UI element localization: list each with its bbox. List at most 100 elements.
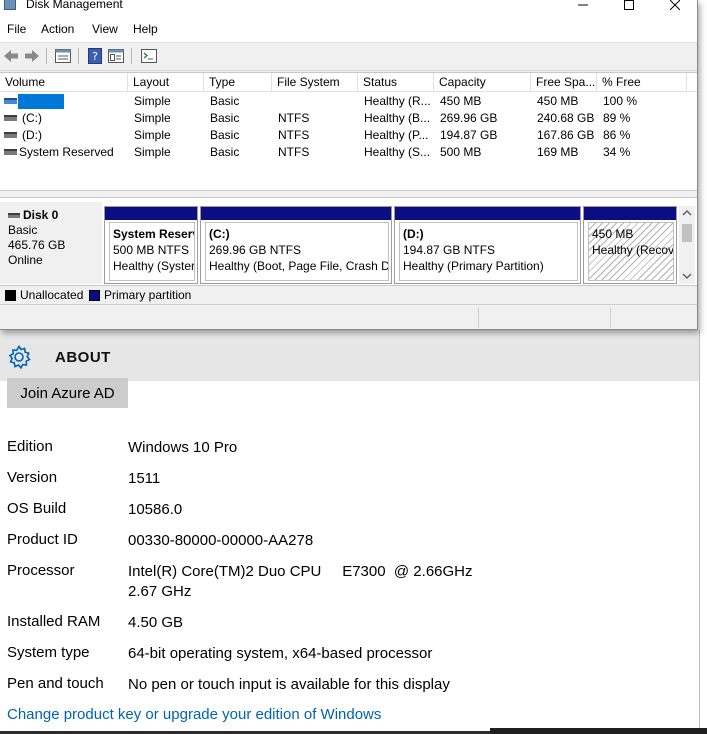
cell-free-space: 240.68 GB [537,111,595,125]
selected-volume-name[interactable] [18,94,64,109]
cell-layout: Simple [134,145,171,159]
info-value: Intel(R) Core(TM)2 Duo CPU E7300 @ 2.66G… [128,563,473,580]
toolbar-separator [78,48,79,64]
toolbar-separator [131,48,132,64]
minimize-icon [578,4,588,6]
column-header[interactable]: Capacity [434,73,531,92]
partition-c[interactable]: (C:) 269.96 GB NTFS Healthy (Boot, Page … [200,206,392,284]
window-title: Disk Management [26,0,123,11]
maximize-button[interactable] [606,0,652,16]
partition-d[interactable]: (D:) 194.87 GB NTFS Healthy (Primary Par… [394,206,581,284]
volume-icon [4,149,17,155]
scroll-down-icon[interactable] [682,272,692,280]
partition-recovery[interactable]: 450 MB Healthy (Recov [583,206,677,284]
cell-percent-free: 34 % [603,145,631,159]
info-value: 10586.0 [128,501,183,518]
info-label: Version [7,469,58,486]
list-view-button[interactable] [54,47,72,65]
change-product-key-link[interactable]: Change product key or upgrade your editi… [7,706,381,723]
legend: Unallocated Primary partition [0,285,697,304]
info-label: Processor [7,562,75,579]
cell-free-space: 450 MB [537,94,579,108]
status-bar [0,304,697,329]
cell-layout: Simple [134,94,171,108]
column-header[interactable]: Free Spa... [531,73,597,92]
info-value: Windows 10 Pro [128,439,238,456]
partition-size: 500 MB NTFS [113,243,190,257]
properties-button[interactable] [107,47,125,65]
menu-action[interactable]: Action [41,22,74,36]
partition-bar [201,207,391,220]
legend-swatch-unallocated [5,290,16,301]
help-icon: ? [88,48,102,64]
volume-row[interactable]: System Reserved Simple Basic NTFS Health… [0,144,697,161]
partition-status: Healthy (Recov [592,243,674,257]
properties-icon [108,49,124,63]
partition-size: 194.87 GB NTFS [403,243,496,257]
menu-bar: File Action View Help [0,16,697,43]
menu-file[interactable]: File [7,22,26,36]
scrollbar-thumb[interactable] [682,224,692,242]
cell-status: Healthy (S... [364,145,431,159]
cell-percent-free: 86 % [603,128,631,142]
console-button[interactable] [140,47,158,65]
about-header: ABOUT [0,330,707,381]
disk-management-window: Disk Management File Action View Help ? [0,0,698,330]
column-header[interactable]: Type [204,73,272,92]
close-icon [670,0,680,10]
status-divider [478,308,479,328]
legend-swatch-primary [89,290,100,301]
info-value: 00330-80000-00000-AA278 [128,532,314,549]
info-value: 64-bit operating system, x64-based proce… [128,645,433,662]
disk-icon [8,213,20,219]
disk-state: Online [8,253,43,267]
info-label: Pen and touch [7,675,104,692]
volume-row[interactable]: (D:) Simple Basic NTFS Healthy (P... 194… [0,127,697,144]
disk-management-app-icon [4,0,16,10]
cell-volume: (D:) [22,128,42,142]
toolbar-separator [46,48,47,64]
cell-free-space: 167.86 GB [537,128,595,142]
join-azure-ad-button[interactable]: Join Azure AD [7,378,128,408]
cell-volume: (C:) [22,111,42,125]
vertical-scrollbar[interactable] [679,206,695,284]
volume-icon [4,115,17,121]
cell-free-space: 169 MB [537,145,579,159]
partition-status: Healthy (Primary Partition) [403,259,544,273]
info-value: 4.50 GB [128,614,184,631]
column-header[interactable]: Volume [0,73,128,92]
cell-status: Healthy (B... [364,111,431,125]
menu-help[interactable]: Help [133,22,158,36]
disk-graphical-view: Disk 0 Basic 465.76 GB Online System Res… [0,198,697,286]
column-header[interactable]: Status [358,73,434,92]
info-label: System type [7,644,90,661]
column-header[interactable]: % Free [597,73,687,92]
partition-name: (D:) [403,227,424,241]
volume-row[interactable]: (C:) Simple Basic NTFS Healthy (B... 269… [0,110,697,127]
menu-view[interactable]: View [92,22,118,36]
cell-type: Basic [210,128,240,142]
volume-icon [4,98,17,104]
cell-volume: System Reserved [19,145,114,159]
pane-splitter[interactable] [0,190,697,198]
info-label: OS Build [7,500,67,517]
cell-percent-free: 89 % [603,111,631,125]
cell-layout: Simple [134,128,171,142]
help-button[interactable]: ? [86,47,104,65]
scroll-up-icon[interactable] [682,209,692,217]
cell-filesystem: NTFS [278,145,310,159]
volume-row[interactable]: Simple Basic Healthy (R... 450 MB 450 MB… [0,93,697,110]
partition-system-reserved[interactable]: System Reserv 500 MB NTFS Healthy (Syste… [104,206,198,284]
minimize-button[interactable] [560,0,606,16]
legend-primary: Primary partition [104,288,192,302]
column-header[interactable]: File System [272,73,358,92]
cell-percent-free: 100 % [603,94,638,108]
back-button[interactable] [2,47,20,65]
partition-bar [584,207,676,220]
cell-status: Healthy (R... [364,94,431,108]
forward-button[interactable] [23,47,41,65]
close-button[interactable] [652,0,697,16]
disk-0-label[interactable]: Disk 0 Basic 465.76 GB Online [0,202,102,284]
console-icon [141,49,157,63]
column-header[interactable]: Layout [128,73,204,92]
